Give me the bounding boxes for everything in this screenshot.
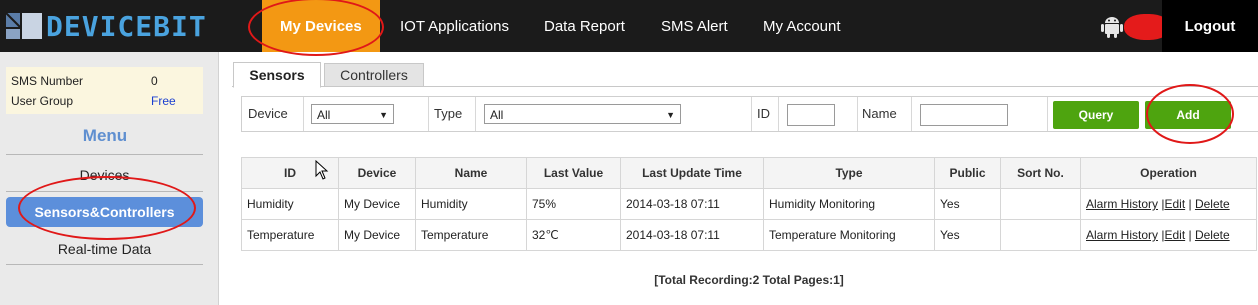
sms-number-value: 0: [151, 74, 158, 88]
cell-type: Temperature Monitoring: [763, 219, 935, 251]
cell-operation: Alarm History |Edit | Delete: [1080, 219, 1257, 251]
sidebar-item-sensors-controllers[interactable]: Sensors&Controllers: [6, 197, 203, 227]
nav-data-report[interactable]: Data Report: [544, 0, 625, 52]
cell-last-update-time: 2014-03-18 07:11: [620, 219, 764, 251]
cell-name: Temperature: [415, 219, 527, 251]
menu-title: Menu: [82, 126, 128, 145]
menu-divider: [6, 191, 203, 192]
filter-cell: [242, 97, 1048, 131]
nav-sms-alert[interactable]: SMS Alert: [661, 0, 728, 52]
cell-operation: Alarm History |Edit | Delete: [1080, 188, 1257, 220]
nav-my-devices[interactable]: My Devices: [262, 0, 380, 52]
column-header-last-value[interactable]: Last Value: [526, 157, 621, 189]
query-button[interactable]: Query: [1053, 101, 1139, 129]
cell-last-value: 32℃: [526, 219, 621, 251]
cell-device: My Device: [338, 219, 416, 251]
separator: |: [1185, 228, 1195, 242]
cell-sort-no: [1000, 219, 1081, 251]
brand-name: DEVICEBIT: [46, 9, 207, 43]
cell-device: My Device: [338, 188, 416, 220]
android-icon[interactable]: [1101, 14, 1123, 38]
alarm-history-link[interactable]: Alarm History: [1086, 197, 1158, 211]
tab-sensors[interactable]: Sensors: [233, 62, 321, 88]
column-header-public[interactable]: Public: [934, 157, 1001, 189]
cell-public: Yes: [934, 219, 1001, 251]
top-navbar: DEVICEBIT My Devices IOT Applications Da…: [0, 0, 1258, 52]
sensors-table: ID Device Name Last Value Last Update Ti…: [241, 157, 1257, 251]
sidebar: SMS Number 0 User Group Free Menu Device…: [0, 52, 219, 305]
pagination-summary: [Total Recording:2 Total Pages:1]: [654, 273, 844, 287]
separator: |: [1185, 197, 1195, 211]
table-header-row: ID Device Name Last Value Last Update Ti…: [241, 157, 1257, 189]
nav-iot-applications[interactable]: IOT Applications: [400, 0, 509, 52]
edit-link[interactable]: Edit: [1164, 228, 1185, 242]
mouse-cursor-icon: [315, 159, 329, 180]
menu-divider: [6, 154, 203, 155]
cell-public: Yes: [934, 188, 1001, 220]
edit-link[interactable]: Edit: [1164, 197, 1185, 211]
delete-link[interactable]: Delete: [1195, 197, 1230, 211]
cell-last-value: 75%: [526, 188, 621, 220]
alarm-history-link[interactable]: Alarm History: [1086, 228, 1158, 242]
cell-type: Humidity Monitoring: [763, 188, 935, 220]
sidebar-item-devices[interactable]: Devices: [6, 167, 203, 183]
column-header-name[interactable]: Name: [415, 157, 527, 189]
user-group-label: User Group: [11, 94, 74, 108]
logout-button[interactable]: Logout: [1162, 0, 1258, 52]
nav-my-account[interactable]: My Account: [763, 0, 841, 52]
cell-sort-no: [1000, 188, 1081, 220]
table-row: Temperature My Device Temperature 32℃ 20…: [241, 219, 1257, 251]
add-button[interactable]: Add: [1145, 101, 1231, 129]
user-group-value[interactable]: Free: [151, 94, 176, 108]
cell-last-update-time: 2014-03-18 07:11: [620, 188, 764, 220]
column-header-device[interactable]: Device: [338, 157, 416, 189]
table-row: Humidity My Device Humidity 75% 2014-03-…: [241, 188, 1257, 220]
cell-name: Humidity: [415, 188, 527, 220]
sms-number-label: SMS Number: [11, 74, 84, 88]
column-header-last-update-time[interactable]: Last Update Time: [620, 157, 764, 189]
tab-controllers[interactable]: Controllers: [324, 63, 424, 87]
column-header-sort-no[interactable]: Sort No.: [1000, 157, 1081, 189]
account-info-box: SMS Number 0 User Group Free: [6, 67, 203, 114]
logo-mark-icon: [4, 9, 44, 43]
cell-id: Humidity: [241, 188, 339, 220]
column-header-operation: Operation: [1080, 157, 1257, 189]
column-header-type[interactable]: Type: [763, 157, 935, 189]
cell-id: Temperature: [241, 219, 339, 251]
logo[interactable]: DEVICEBIT: [4, 6, 207, 46]
sidebar-item-real-time-data[interactable]: Real-time Data: [6, 241, 203, 257]
delete-link[interactable]: Delete: [1195, 228, 1230, 242]
menu-divider: [6, 264, 203, 265]
